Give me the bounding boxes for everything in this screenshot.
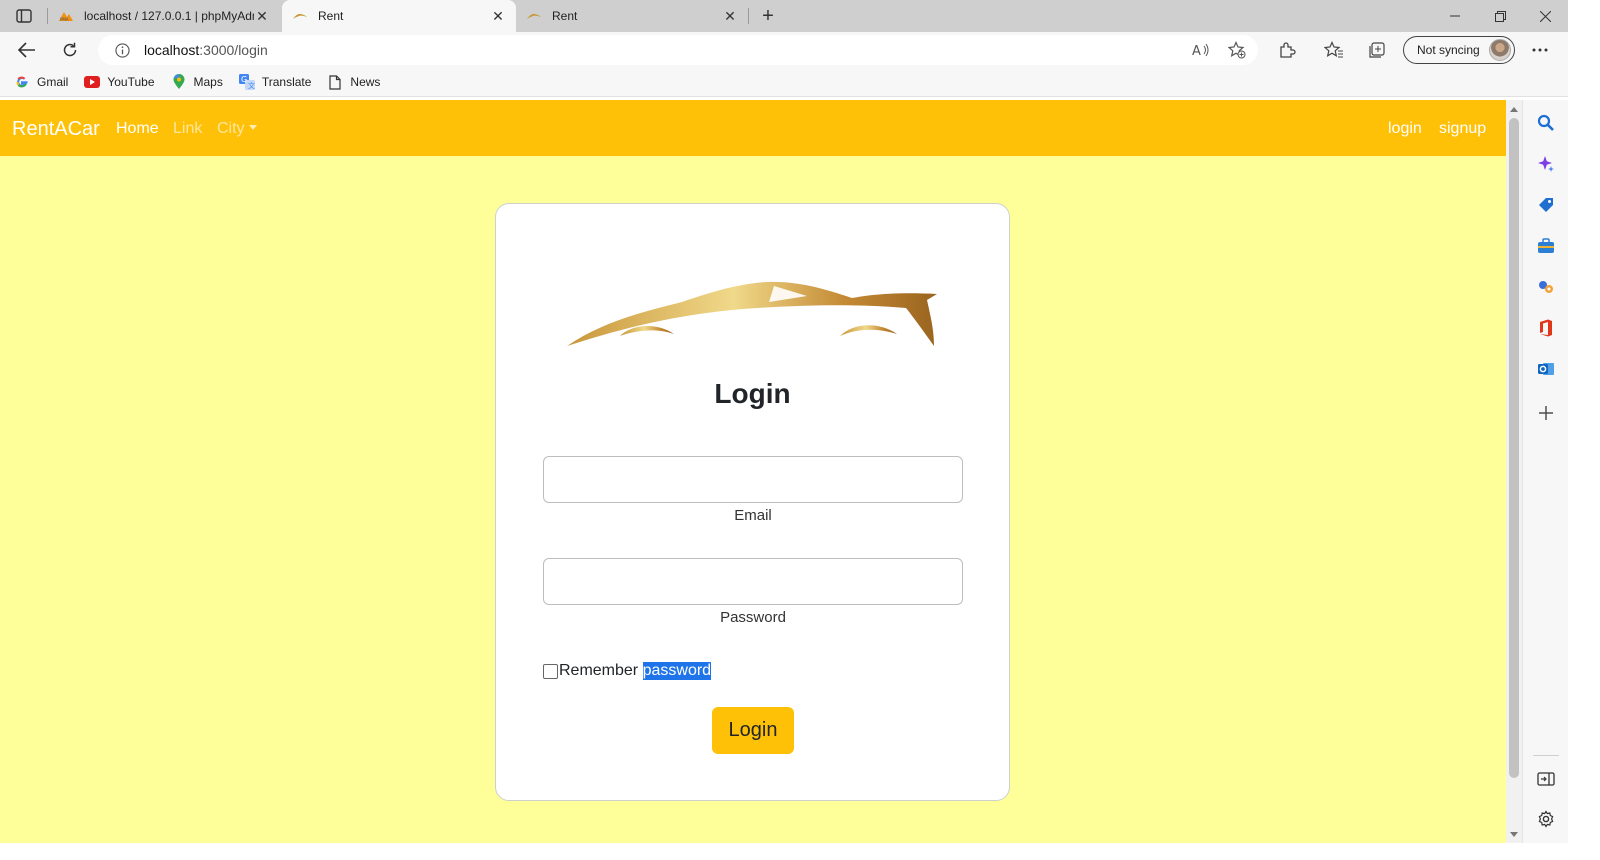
address-bar-row: localhost:3000/login A Not syncing bbox=[0, 32, 1568, 68]
remember-checkbox[interactable] bbox=[543, 663, 558, 679]
nav-login-link[interactable]: login bbox=[1388, 120, 1422, 138]
car-logo-icon bbox=[526, 8, 542, 24]
nav-city-label: City bbox=[217, 120, 245, 137]
password-input[interactable] bbox=[543, 558, 963, 605]
tab-rent-active[interactable]: Rent ✕ bbox=[282, 0, 516, 32]
scroll-up-icon[interactable] bbox=[1510, 107, 1518, 112]
maps-pin-icon bbox=[171, 74, 187, 90]
login-card: Login Email Password Remember password L… bbox=[495, 203, 1010, 801]
page-icon bbox=[327, 74, 343, 90]
bookmarks-bar: Gmail YouTube Maps G文 Translate News bbox=[0, 68, 1568, 97]
bookmark-maps[interactable]: Maps bbox=[171, 74, 223, 90]
selected-text: password bbox=[642, 662, 712, 680]
bookmark-label: News bbox=[350, 75, 381, 89]
tab-title: Rent bbox=[318, 9, 344, 23]
sync-status-label: Not syncing bbox=[1417, 43, 1480, 57]
translate-icon: G文 bbox=[238, 74, 255, 90]
minimize-icon[interactable] bbox=[1443, 4, 1467, 28]
restore-icon[interactable] bbox=[1488, 4, 1512, 28]
extensions-icon[interactable] bbox=[1276, 39, 1298, 61]
browser-sidebar bbox=[1522, 100, 1568, 843]
tab-divider bbox=[47, 8, 48, 24]
new-tab-icon[interactable]: + bbox=[757, 5, 779, 27]
tab-strip: PMA localhost / 127.0.0.1 | phpMyAdmin ✕… bbox=[0, 0, 1568, 32]
remember-label: Remember bbox=[559, 662, 639, 679]
copilot-sparkle-icon[interactable] bbox=[1535, 153, 1557, 175]
svg-text:A: A bbox=[1192, 44, 1201, 58]
bookmark-label: Gmail bbox=[37, 75, 69, 89]
more-options-icon[interactable] bbox=[1529, 39, 1551, 61]
page-viewport: RentACar Home Link City login signup Log… bbox=[0, 100, 1506, 843]
url-text: localhost:3000/login bbox=[144, 42, 268, 58]
youtube-icon bbox=[84, 74, 101, 90]
car-logo bbox=[567, 281, 937, 346]
settings-gear-icon[interactable] bbox=[1535, 808, 1557, 830]
chevron-down-icon bbox=[248, 125, 257, 130]
tab-actions-icon[interactable] bbox=[8, 5, 40, 27]
sidebar-divider bbox=[1533, 755, 1559, 756]
browser-window: PMA localhost / 127.0.0.1 | phpMyAdmin ✕… bbox=[0, 0, 1568, 843]
nav-home-link[interactable]: Home bbox=[116, 120, 159, 138]
page-scrollbar[interactable] bbox=[1506, 100, 1522, 843]
svg-text:PMA: PMA bbox=[60, 17, 69, 22]
bookmark-label: YouTube bbox=[107, 75, 155, 89]
outlook-icon[interactable] bbox=[1535, 358, 1557, 380]
email-input[interactable] bbox=[543, 456, 963, 503]
bookmark-label: Translate bbox=[261, 75, 312, 89]
tools-briefcase-icon[interactable] bbox=[1535, 235, 1557, 257]
svg-text:文: 文 bbox=[248, 81, 255, 90]
nav-signup-link[interactable]: signup bbox=[1439, 120, 1486, 138]
tab-title: Rent bbox=[552, 9, 578, 23]
add-icon[interactable] bbox=[1535, 402, 1557, 424]
phpmyadmin-icon: PMA bbox=[58, 8, 74, 24]
scroll-down-icon[interactable] bbox=[1510, 832, 1518, 837]
nav-link-link[interactable]: Link bbox=[173, 120, 202, 138]
games-icon[interactable] bbox=[1535, 276, 1557, 298]
close-tab-icon[interactable]: ✕ bbox=[722, 8, 738, 24]
login-title: Login bbox=[714, 378, 791, 409]
brand-link[interactable]: RentACar bbox=[12, 118, 100, 141]
remember-password-row: Remember password bbox=[543, 662, 712, 680]
read-aloud-icon[interactable]: A bbox=[1190, 39, 1212, 61]
collections-icon[interactable] bbox=[1366, 39, 1388, 61]
bookmark-label: Maps bbox=[193, 75, 223, 89]
scrollbar-thumb[interactable] bbox=[1509, 118, 1519, 778]
login-submit-button[interactable]: Login bbox=[712, 707, 794, 754]
tab-divider bbox=[748, 8, 749, 24]
avatar bbox=[1489, 39, 1511, 61]
address-bar[interactable]: localhost:3000/login bbox=[98, 35, 1258, 65]
favorites-icon[interactable] bbox=[1323, 39, 1345, 61]
close-tab-icon[interactable]: ✕ bbox=[254, 8, 270, 24]
refresh-icon[interactable] bbox=[57, 38, 83, 62]
profile-sync-button[interactable]: Not syncing bbox=[1403, 36, 1515, 64]
tab-phpmyadmin[interactable]: PMA localhost / 127.0.0.1 | phpMyAdmin ✕ bbox=[48, 0, 280, 32]
close-window-icon[interactable] bbox=[1533, 4, 1557, 28]
hide-sidebar-icon[interactable] bbox=[1535, 768, 1557, 790]
bookmark-news[interactable]: News bbox=[327, 74, 380, 90]
svg-text:G: G bbox=[241, 75, 247, 84]
tab-rent[interactable]: Rent ✕ bbox=[516, 0, 748, 32]
nav-city-dropdown[interactable]: City bbox=[217, 120, 257, 138]
back-icon[interactable] bbox=[14, 38, 40, 62]
add-favorite-icon[interactable] bbox=[1226, 39, 1248, 61]
bookmark-gmail[interactable]: Gmail bbox=[14, 74, 68, 90]
shopping-tag-icon[interactable] bbox=[1535, 194, 1557, 216]
site-info-icon[interactable] bbox=[114, 42, 130, 58]
email-label: Email bbox=[734, 507, 772, 524]
tab-title: localhost / 127.0.0.1 | phpMyAdmin bbox=[84, 9, 254, 23]
bookmark-youtube[interactable]: YouTube bbox=[84, 74, 155, 90]
password-label: Password bbox=[720, 609, 786, 626]
bookmark-translate[interactable]: G文 Translate bbox=[238, 74, 312, 90]
close-tab-icon[interactable]: ✕ bbox=[490, 8, 506, 24]
app-navbar: RentACar Home Link City login signup bbox=[0, 100, 1506, 156]
google-icon bbox=[14, 74, 30, 90]
office-icon[interactable] bbox=[1535, 317, 1557, 339]
search-icon[interactable] bbox=[1535, 112, 1557, 134]
car-logo-icon bbox=[292, 8, 308, 24]
